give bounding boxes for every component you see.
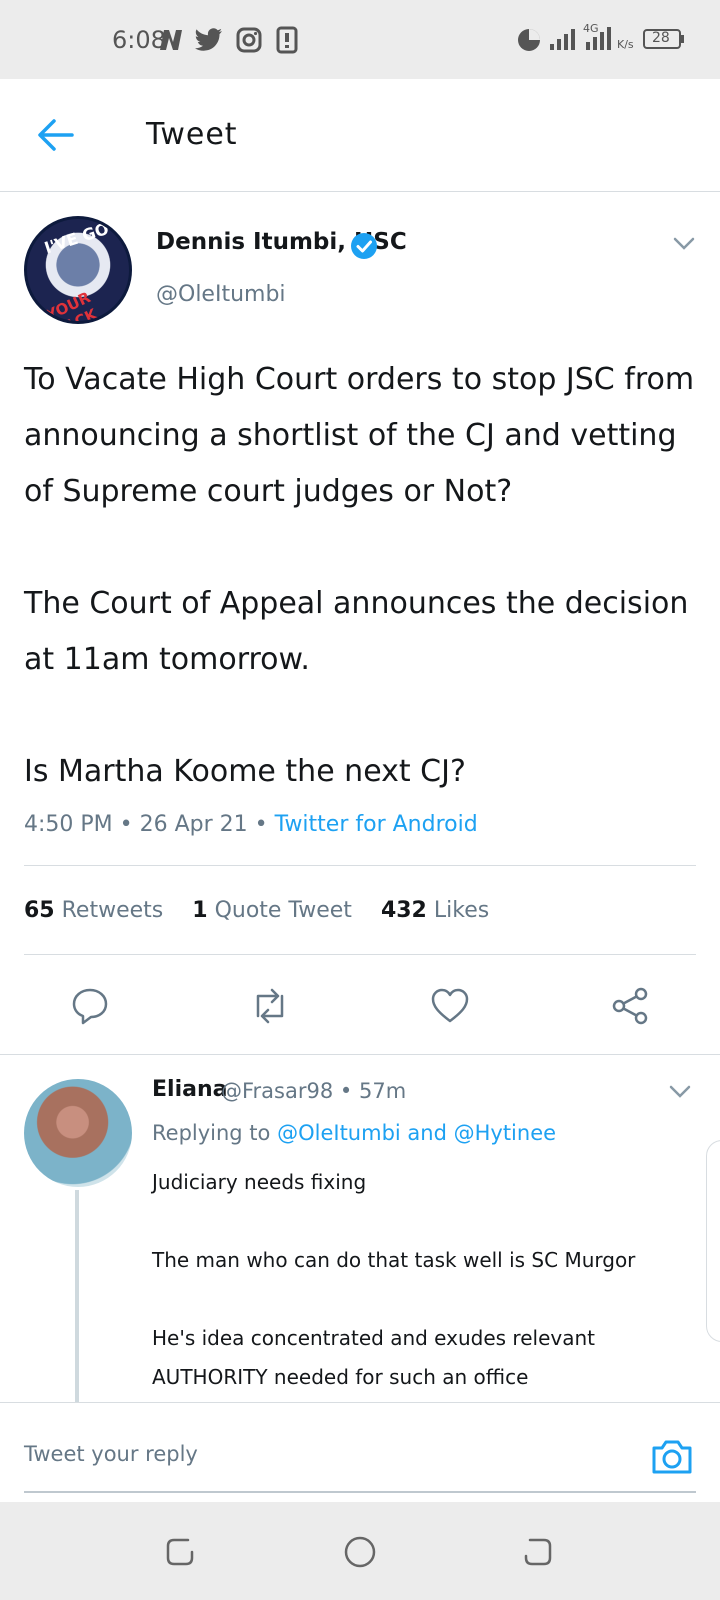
- page-title: Tweet: [146, 117, 238, 152]
- retweets-stat[interactable]: 65 Retweets: [24, 898, 163, 923]
- divider: [24, 954, 696, 955]
- reply-icon[interactable]: [70, 986, 110, 1026]
- tweet-stats: 65 Retweets 1 Quote Tweet 432 Likes: [24, 898, 511, 923]
- reply-meta: @Frasar98 • 57m: [221, 1079, 407, 1103]
- quote-tweets-stat[interactable]: 1 Quote Tweet: [192, 898, 352, 923]
- retweet-icon[interactable]: [250, 986, 290, 1026]
- divider: [0, 1054, 720, 1055]
- tweet-body: To Vacate High Court orders to stop JSC …: [24, 362, 695, 789]
- back-arrow-icon[interactable]: [36, 115, 76, 155]
- reply-handle[interactable]: @Frasar98: [221, 1079, 333, 1103]
- author-handle[interactable]: @OleItumbi: [156, 282, 286, 307]
- battery-level: 28: [652, 30, 670, 46]
- chevron-down-icon[interactable]: [668, 1084, 692, 1100]
- tweet-meta: 4:50 PM • 26 Apr 21 • Twitter for Androi…: [24, 812, 478, 837]
- instagram-icon: [236, 27, 262, 53]
- share-icon[interactable]: [610, 986, 650, 1026]
- divider: [24, 865, 696, 866]
- reply-input[interactable]: Tweet your reply: [24, 1442, 198, 1466]
- reply-age: 57m: [358, 1079, 407, 1103]
- data-saver-icon: [518, 29, 540, 51]
- tweet-time: 4:50 PM: [24, 812, 113, 837]
- replying-to: Replying to @OleItumbi and @Hytinee: [152, 1121, 557, 1145]
- app-header: Tweet: [0, 79, 720, 192]
- reply-author-name[interactable]: Eliana: [152, 1077, 227, 1102]
- signal-icon: 4G: [550, 22, 611, 50]
- thread-line: [75, 1190, 79, 1402]
- chevron-down-icon[interactable]: [672, 236, 696, 252]
- svg-text:4G: 4G: [583, 22, 599, 35]
- tweet-source-link[interactable]: Twitter for Android: [275, 812, 478, 837]
- network-speed: K/s: [617, 38, 634, 51]
- likes-stat[interactable]: 432 Likes: [381, 898, 489, 923]
- home-icon[interactable]: [342, 1534, 378, 1570]
- recent-apps-icon[interactable]: [162, 1534, 198, 1570]
- author-avatar[interactable]: I'VE GOT YOUR BACK: [24, 216, 132, 324]
- status-bar: 6:08 4G K/s 28: [0, 0, 720, 79]
- replying-mentions-link[interactable]: @OleItumbi and @Hytinee: [277, 1121, 556, 1145]
- reply-avatar[interactable]: [24, 1079, 132, 1187]
- like-icon[interactable]: [430, 986, 470, 1026]
- tweet-date: 26 Apr 21: [139, 812, 248, 837]
- verified-badge-icon: [351, 233, 377, 259]
- reply-body: Judiciary needs fixing The man who can d…: [152, 1170, 636, 1389]
- back-nav-icon[interactable]: [520, 1534, 556, 1570]
- notification-n-icon: [160, 30, 182, 50]
- twitter-icon: [195, 28, 222, 51]
- reply-input-underline: [24, 1491, 696, 1493]
- sim-icon: [276, 26, 298, 54]
- camera-icon[interactable]: [650, 1436, 694, 1476]
- side-panel-handle[interactable]: [706, 1140, 720, 1342]
